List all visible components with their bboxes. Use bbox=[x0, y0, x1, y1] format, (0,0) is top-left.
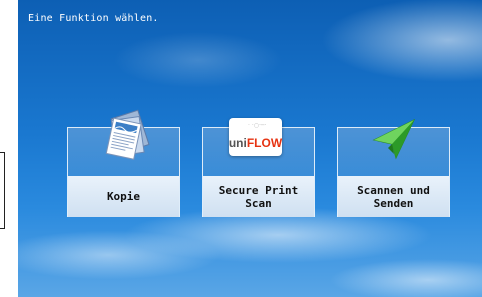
uniflow-dots-icon: · ·○·─· bbox=[248, 122, 267, 129]
copy-documents-icon bbox=[105, 109, 150, 160]
paper-plane-send-icon bbox=[372, 118, 416, 160]
instruction-text: Eine Funktion wählen. bbox=[28, 13, 159, 24]
tile-kopie-label: Kopie bbox=[106, 190, 141, 203]
tile-scannen-senden-label: Scannen und Senden bbox=[357, 183, 430, 210]
side-bracket bbox=[0, 152, 5, 229]
tile-secure-print-scan-label: Secure Print Scan bbox=[218, 183, 299, 210]
